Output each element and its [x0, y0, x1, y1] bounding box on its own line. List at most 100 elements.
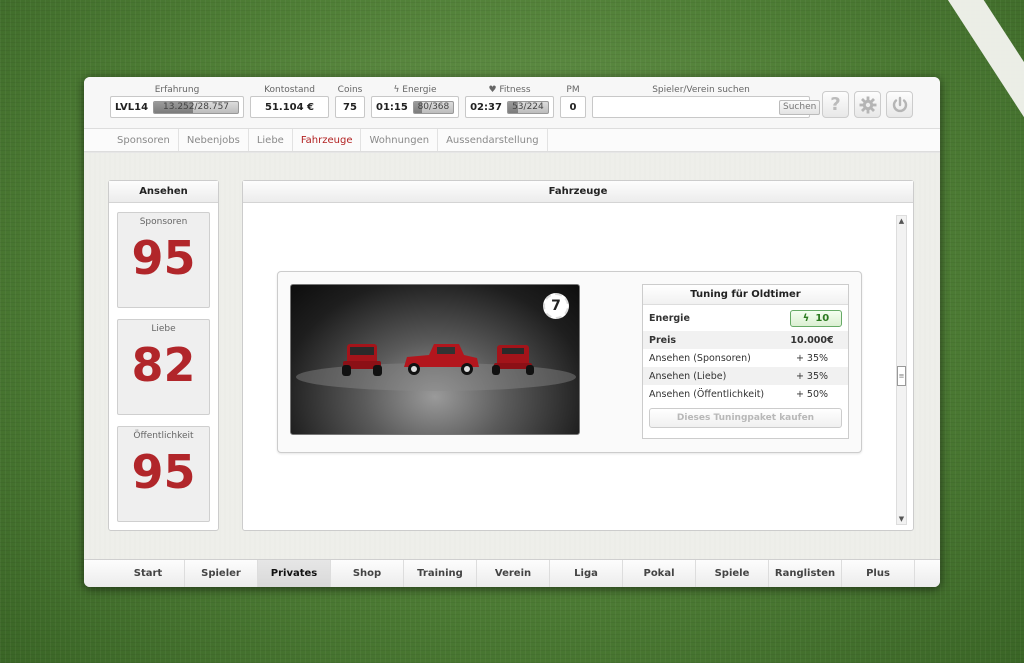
scroll-down-icon[interactable]: ▼: [897, 514, 906, 524]
fahrzeuge-panel: Fahrzeuge ▲ ≡ ▼ 7 Tuning für Oldtimer En…: [242, 180, 914, 531]
nav-training[interactable]: Training: [404, 560, 477, 587]
tuning-row-label: Ansehen (Sponsoren): [649, 352, 751, 364]
energie-progress-bar: 80/368: [412, 100, 454, 114]
energie-progress-text: 80/368: [417, 102, 450, 112]
tuning-energie-label: Energie: [649, 312, 690, 324]
ansehen-panel: Ansehen Sponsoren 95 Liebe 82 Öffentlich…: [108, 180, 219, 531]
tuning-title: Tuning für Oldtimer: [643, 285, 848, 305]
score-liebe: Liebe 82: [117, 319, 210, 415]
search-input[interactable]: [597, 98, 774, 116]
help-icon: ?: [830, 94, 841, 115]
tuning-preis-value: 10.000€: [790, 334, 834, 346]
lightning-icon: ϟ: [393, 85, 403, 95]
tuning-row-value: + 35%: [795, 370, 829, 382]
tuning-row: Ansehen (Öffentlichkeit) + 50%: [643, 385, 848, 403]
nav-ranglisten[interactable]: Ranglisten: [769, 560, 842, 587]
fitness-timer: 02:37: [470, 101, 502, 113]
bottom-nav: Start Spieler Privates Shop Training Ver…: [84, 559, 940, 587]
subnav-fahrzeuge[interactable]: Fahrzeuge: [293, 129, 362, 151]
ansehen-title: Ansehen: [109, 181, 218, 203]
subnav-liebe[interactable]: Liebe: [249, 129, 293, 151]
erfahrung-progress-bar: 13.252/28.757: [153, 100, 239, 114]
stat-erfahrung: Erfahrung LVL14 13.252/28.757: [110, 84, 244, 118]
tuning-row: Ansehen (Sponsoren) + 35%: [643, 349, 848, 367]
erfahrung-box: LVL14 13.252/28.757: [110, 96, 244, 118]
tuning-preis-label: Preis: [649, 334, 677, 346]
tuning-row-value: + 50%: [795, 388, 829, 400]
energie-label: ϟ Energie: [393, 85, 437, 95]
vehicle-image: 7: [290, 284, 580, 435]
fahrzeuge-title: Fahrzeuge: [243, 181, 913, 203]
nav-shop[interactable]: Shop: [331, 560, 404, 587]
scroll-up-icon[interactable]: ▲: [897, 216, 906, 226]
search-label: Spieler/Verein suchen: [652, 85, 750, 95]
nav-spieler[interactable]: Spieler: [185, 560, 258, 587]
erfahrung-progress-text: 13.252/28.757: [163, 102, 230, 112]
subnav: Sponsoren Nebenjobs Liebe Fahrzeuge Wohn…: [84, 129, 940, 152]
subnav-sponsoren[interactable]: Sponsoren: [109, 129, 179, 151]
content-area: Ansehen Sponsoren 95 Liebe 82 Öffentlich…: [84, 153, 940, 559]
fitness-progress-bar: 53/224: [506, 100, 549, 114]
level-value: LVL14: [115, 101, 149, 113]
settings-button[interactable]: [854, 91, 881, 118]
nav-verein[interactable]: Verein: [477, 560, 550, 587]
subnav-wohnungen[interactable]: Wohnungen: [361, 129, 439, 151]
stat-pm[interactable]: PM 0: [560, 84, 586, 118]
stat-kontostand: Kontostand 51.104 €: [250, 84, 329, 118]
nav-spiele[interactable]: Spiele: [696, 560, 769, 587]
lightning-icon: ϟ: [802, 312, 810, 324]
coins-label: Coins: [337, 85, 363, 95]
score-liebe-value: 82: [131, 338, 196, 392]
help-button[interactable]: ?: [822, 91, 849, 118]
nav-pokal[interactable]: Pokal: [623, 560, 696, 587]
search-box: Suchen: [592, 96, 821, 118]
pm-label: PM: [566, 85, 580, 95]
buy-tuning-button[interactable]: Dieses Tuningpaket kaufen: [649, 408, 842, 428]
nav-liga[interactable]: Liga: [550, 560, 623, 587]
heart-icon: ♥: [488, 85, 500, 95]
score-sponsoren: Sponsoren 95: [117, 212, 210, 308]
fitness-progress-text: 53/224: [512, 102, 544, 112]
scroll-thumb[interactable]: ≡: [897, 366, 906, 386]
tuning-row-label: Ansehen (Öffentlichkeit): [649, 388, 765, 400]
scrollbar[interactable]: ▲ ≡ ▼: [896, 215, 907, 525]
tuning-row: Ansehen (Liebe) + 35%: [643, 367, 848, 385]
fitness-label: ♥ Fitness: [488, 85, 531, 95]
tuning-row-value: + 35%: [795, 352, 829, 364]
stat-fitness: ♥ Fitness 02:37 53/224: [465, 84, 554, 118]
search-button[interactable]: Suchen: [779, 99, 821, 115]
nav-start[interactable]: Start: [112, 560, 185, 587]
coins-value: 75: [335, 96, 365, 118]
score-oeffentlichkeit-label: Öffentlichkeit: [133, 431, 194, 441]
nav-plus[interactable]: Plus: [842, 560, 915, 587]
vehicle-level-badge: 7: [543, 293, 569, 319]
power-icon: [892, 96, 907, 112]
logout-button[interactable]: [886, 91, 913, 118]
oldtimer-cars-illustration: [296, 344, 576, 391]
energie-cost-pill: ϟ 10: [790, 309, 842, 327]
score-liebe-label: Liebe: [151, 324, 176, 334]
tuning-preis-row: Preis 10.000€: [643, 331, 848, 349]
stat-coins: Coins 75: [335, 84, 365, 118]
energie-timer: 01:15: [376, 101, 408, 113]
tuning-energie-row: Energie ϟ 10: [643, 305, 848, 331]
tuning-box: Tuning für Oldtimer Energie ϟ 10 Preis 1…: [642, 284, 849, 439]
subnav-aussendarstellung[interactable]: Aussendarstellung: [438, 129, 548, 151]
pm-value[interactable]: 0: [560, 96, 586, 118]
energie-box: 01:15 80/368: [371, 96, 459, 118]
player-search: Spieler/Verein suchen Suchen: [592, 84, 821, 118]
score-oeffentlichkeit-value: 95: [131, 445, 196, 499]
stat-energie: ϟ Energie 01:15 80/368: [371, 84, 459, 118]
energie-cost-value: 10: [815, 312, 830, 324]
tuning-row-label: Ansehen (Liebe): [649, 370, 727, 382]
score-sponsoren-value: 95: [131, 231, 196, 285]
stats-bar: Erfahrung LVL14 13.252/28.757 Kontostand…: [84, 77, 940, 129]
fitness-box: 02:37 53/224: [465, 96, 554, 118]
erfahrung-label: Erfahrung: [154, 85, 200, 95]
game-window: Erfahrung LVL14 13.252/28.757 Kontostand…: [84, 77, 940, 587]
score-oeffentlichkeit: Öffentlichkeit 95: [117, 426, 210, 522]
kontostand-value: 51.104 €: [250, 96, 329, 118]
subnav-nebenjobs[interactable]: Nebenjobs: [179, 129, 249, 151]
nav-privates[interactable]: Privates: [258, 560, 331, 587]
kontostand-label: Kontostand: [264, 85, 315, 95]
